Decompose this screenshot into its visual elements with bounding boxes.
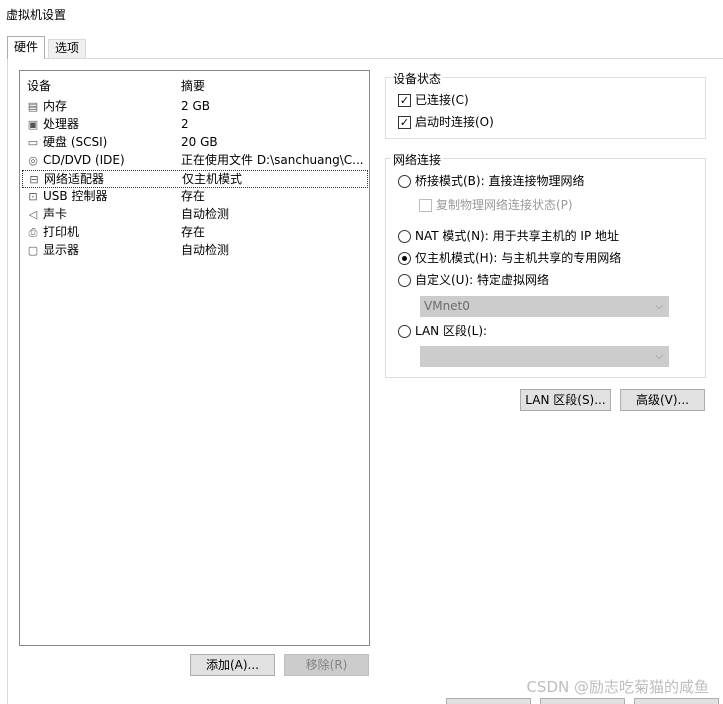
checkbox-icon: [419, 199, 432, 212]
device-name: 打印机: [43, 225, 80, 239]
device-summary: 2: [181, 117, 189, 131]
device-row-printer[interactable]: ⎙ 打印机 存在: [22, 224, 368, 242]
chevron-down-icon: ⌵: [655, 301, 663, 312]
radio-icon: [398, 274, 411, 287]
custom-network-select[interactable]: VMnet0 ⌵: [420, 296, 669, 317]
device-row-display[interactable]: ▢ 显示器 自动检测: [22, 242, 368, 260]
host-only-label: 仅主机模式(H): 与主机共享的专用网络: [415, 251, 622, 265]
connect-at-power-on-label: 启动时连接(O): [415, 115, 494, 129]
summary-column-header[interactable]: 摘要: [181, 77, 205, 94]
add-device-button[interactable]: 添加(A)...: [190, 654, 275, 676]
radio-icon: [398, 175, 411, 188]
device-row-usb[interactable]: ⊡ USB 控制器 存在: [22, 188, 368, 206]
device-row-memory[interactable]: ▤ 内存 2 GB: [22, 98, 368, 116]
custom-network-value: VMnet0: [424, 299, 470, 313]
speaker-icon: ◁: [28, 208, 38, 221]
cpu-icon: ▣: [27, 118, 39, 131]
network-connection-group: [385, 158, 706, 378]
usb-icon: ⊡: [28, 190, 38, 203]
device-row-processor[interactable]: ▣ 处理器 2: [22, 116, 368, 134]
radio-icon: [398, 230, 411, 243]
device-name: 网络适配器: [44, 172, 105, 186]
device-name: CD/DVD (IDE): [43, 153, 125, 167]
device-name: 显示器: [43, 243, 80, 257]
remove-device-button[interactable]: 移除(R): [284, 654, 369, 676]
replicate-state-label: 复制物理网络连接状态(P): [436, 198, 573, 212]
help-button-edge[interactable]: [634, 698, 719, 704]
chevron-down-icon: ⌵: [655, 351, 663, 362]
ok-button-edge[interactable]: [446, 698, 531, 704]
device-summary: 自动检测: [181, 243, 230, 257]
cd-icon: ◎: [28, 154, 38, 167]
device-row-sound[interactable]: ◁ 声卡 自动检测: [22, 206, 368, 224]
lan-segments-button[interactable]: LAN 区段(S)...: [520, 389, 611, 411]
device-summary: 仅主机模式: [182, 172, 243, 186]
device-summary: 2 GB: [181, 99, 210, 113]
memory-icon: ▤: [27, 100, 39, 113]
device-name: 声卡: [43, 207, 68, 221]
bridged-label: 桥接模式(B): 直接连接物理网络: [415, 174, 585, 188]
device-summary: 自动检测: [181, 207, 230, 221]
device-name: 处理器: [43, 117, 80, 131]
network-adapter-icon: ⊟: [29, 173, 39, 186]
device-summary: 存在: [181, 225, 206, 239]
radio-icon: [398, 325, 411, 338]
device-row-cddvd[interactable]: ◎ CD/DVD (IDE) 正在使用文件 D:\sanchuang\C...: [22, 152, 368, 170]
device-summary: 存在: [181, 189, 206, 203]
device-status-title: 设备状态: [391, 70, 444, 87]
device-name: 内存: [43, 99, 68, 113]
watermark: CSDN @励志吃菊猫的咸鱼: [526, 678, 709, 696]
printer-icon: ⎙: [28, 226, 38, 239]
harddisk-icon: ▭: [27, 136, 39, 149]
device-name: USB 控制器: [43, 189, 108, 203]
network-connection-title: 网络连接: [391, 151, 444, 168]
advanced-button[interactable]: 高级(V)...: [620, 389, 705, 411]
device-row-harddisk[interactable]: ▭ 硬盘 (SCSI) 20 GB: [22, 134, 368, 152]
lan-segment-select[interactable]: ⌵: [420, 346, 669, 367]
radio-selected-icon: [398, 252, 411, 265]
device-summary: 20 GB: [181, 135, 218, 149]
check-icon: ✓: [398, 116, 411, 129]
connected-label: 已连接(C): [415, 93, 469, 107]
device-row-network-adapter[interactable]: ⊟ 网络适配器 仅主机模式: [22, 170, 368, 188]
device-name: 硬盘 (SCSI): [43, 135, 108, 149]
tab-strip: 硬件 选项: [0, 36, 723, 59]
nat-label: NAT 模式(N): 用于共享主机的 IP 地址: [415, 229, 620, 243]
tab-options[interactable]: 选项: [48, 39, 87, 58]
lan-segment-label: LAN 区段(L):: [415, 324, 488, 338]
monitor-icon: ▢: [27, 244, 39, 257]
tab-hardware[interactable]: 硬件: [7, 36, 46, 59]
device-list[interactable]: 设备 摘要 ▤ 内存 2 GB ▣ 处理器 2 ▭ 硬盘 (SCSI) 20 G…: [19, 70, 370, 646]
check-icon: ✓: [398, 94, 411, 107]
window-title: 虚拟机设置: [6, 8, 67, 22]
device-column-header[interactable]: 设备: [27, 77, 51, 94]
device-summary: 正在使用文件 D:\sanchuang\C...: [181, 153, 364, 167]
cancel-button-edge[interactable]: [540, 698, 625, 704]
custom-label: 自定义(U): 特定虚拟网络: [415, 273, 550, 287]
